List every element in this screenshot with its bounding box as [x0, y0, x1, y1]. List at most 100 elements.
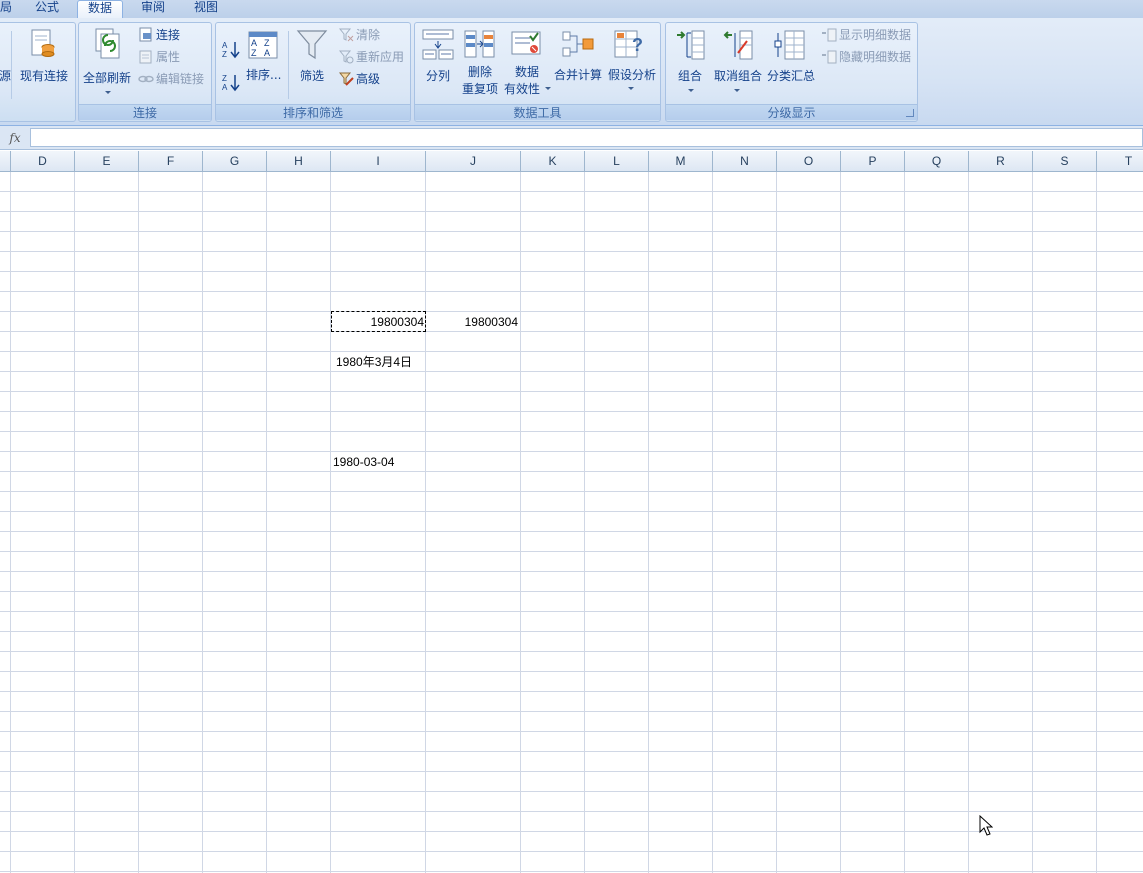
cell-I10[interactable]: 1980年3月4日: [336, 352, 412, 372]
data-validation-icon[interactable]: [510, 29, 542, 61]
gridline-vertical: [712, 172, 713, 873]
insert-function-icon[interactable]: fx: [0, 129, 30, 147]
data-validation-button[interactable]: 数据: [515, 65, 539, 79]
gridline-horizontal: [0, 611, 1143, 612]
text-to-columns-button[interactable]: 分列: [426, 69, 450, 83]
ungroup-button[interactable]: 取消组合: [714, 69, 762, 83]
connections-button[interactable]: 连接: [156, 28, 180, 42]
group-label-connections: 连接: [79, 104, 211, 120]
column-header-p[interactable]: P: [841, 151, 905, 172]
gridline-horizontal: [0, 691, 1143, 692]
gridline-horizontal: [0, 211, 1143, 212]
group-rows-icon[interactable]: [674, 29, 706, 61]
dialog-launcher-icon[interactable]: [906, 109, 914, 117]
advanced-filter-icon: [338, 72, 354, 86]
tab-layout-partial[interactable]: 局: [0, 0, 12, 18]
group-label-data-tools: 数据工具: [415, 104, 660, 120]
chevron-down-icon[interactable]: [105, 91, 111, 94]
what-if-analysis-button[interactable]: 假设分析: [608, 68, 656, 82]
cell-I15[interactable]: 1980-03-04: [333, 452, 394, 472]
data-validation-button-line2[interactable]: 有效性: [504, 82, 540, 96]
svg-text:Z: Z: [222, 50, 227, 59]
formula-input[interactable]: [30, 128, 1143, 147]
consolidate-icon[interactable]: [561, 29, 595, 61]
chevron-down-icon[interactable]: [628, 87, 634, 90]
gridline-horizontal: [0, 791, 1143, 792]
mouse-cursor-icon: [979, 815, 993, 836]
column-header-q[interactable]: Q: [905, 151, 969, 172]
column-header-j[interactable]: J: [426, 151, 521, 172]
column-header-d[interactable]: D: [11, 151, 75, 172]
column-header-f[interactable]: F: [139, 151, 203, 172]
from-source-button-label[interactable]: 源: [0, 69, 11, 83]
column-header-r[interactable]: R: [969, 151, 1033, 172]
remove-duplicates-button[interactable]: 删除: [468, 65, 492, 79]
tab-formulas[interactable]: 公式: [35, 0, 59, 18]
advanced-button[interactable]: 高级: [356, 72, 380, 86]
gridline-horizontal: [0, 571, 1143, 572]
column-header-i[interactable]: I: [331, 151, 426, 172]
svg-text:Z: Z: [222, 74, 227, 83]
gridline-horizontal: [0, 811, 1143, 812]
edit-links-button[interactable]: 编辑链接: [156, 72, 204, 86]
gridline-horizontal: [0, 351, 1143, 352]
properties-button[interactable]: 属性: [156, 50, 180, 64]
gridline-horizontal: [0, 591, 1143, 592]
what-if-analysis-icon[interactable]: ?: [613, 27, 647, 61]
separator: [11, 31, 12, 99]
separator: [288, 31, 289, 99]
column-header-o[interactable]: O: [777, 151, 841, 172]
group-button[interactable]: 组合: [678, 69, 702, 83]
filter-button[interactable]: 筛选: [300, 69, 324, 83]
remove-duplicates-icon[interactable]: [463, 29, 497, 61]
group-label-outline: 分级显示: [666, 104, 917, 120]
svg-text:?: ?: [632, 35, 643, 55]
column-header-e[interactable]: E: [75, 151, 139, 172]
gridline-horizontal: [0, 731, 1143, 732]
chevron-down-icon[interactable]: [545, 87, 551, 90]
gridline-horizontal: [0, 311, 1143, 312]
gridline-vertical: [776, 172, 777, 873]
reapply-button[interactable]: 重新应用: [356, 50, 404, 64]
show-detail-button[interactable]: 显示明细数据: [839, 28, 911, 42]
column-header-l[interactable]: L: [585, 151, 649, 172]
sort-descending-icon[interactable]: Z A: [221, 72, 241, 92]
consolidate-button[interactable]: 合并计算: [554, 68, 602, 82]
ungroup-icon[interactable]: [722, 29, 754, 61]
tab-data[interactable]: 数据: [77, 0, 123, 20]
existing-connections-icon[interactable]: [30, 27, 56, 59]
gridline-horizontal: [0, 231, 1143, 232]
hide-detail-button[interactable]: 隐藏明细数据: [839, 50, 911, 64]
refresh-all-button[interactable]: 全部刷新: [83, 71, 131, 85]
column-header-n[interactable]: N: [713, 151, 777, 172]
column-header-k[interactable]: K: [521, 151, 585, 172]
tab-view[interactable]: 视图: [194, 0, 218, 18]
chevron-down-icon[interactable]: [734, 89, 740, 92]
formula-bar: fx: [0, 126, 1143, 150]
text-to-columns-icon[interactable]: [422, 29, 454, 61]
column-header-m[interactable]: M: [649, 151, 713, 172]
gridline-horizontal: [0, 631, 1143, 632]
cell-J8[interactable]: 19800304: [426, 312, 518, 332]
sort-ascending-icon[interactable]: A Z: [221, 39, 241, 59]
gridline-horizontal: [0, 671, 1143, 672]
column-header-g[interactable]: G: [203, 151, 267, 172]
column-header-s[interactable]: S: [1033, 151, 1097, 172]
column-header-t[interactable]: T: [1097, 151, 1143, 172]
subtotal-button[interactable]: 分类汇总: [767, 69, 815, 83]
gridline-horizontal: [0, 511, 1143, 512]
subtotal-icon[interactable]: [774, 29, 806, 61]
remove-duplicates-button-line2[interactable]: 重复项: [462, 82, 498, 96]
clear-button[interactable]: 清除: [356, 28, 380, 42]
connections-icon: [139, 27, 152, 42]
filter-funnel-icon[interactable]: [296, 29, 328, 61]
tab-review[interactable]: 审阅: [141, 0, 165, 18]
column-header-h[interactable]: H: [267, 151, 331, 172]
gridline-horizontal: [0, 551, 1143, 552]
refresh-all-icon[interactable]: [93, 28, 123, 60]
chevron-down-icon[interactable]: [688, 89, 694, 92]
select-all-corner[interactable]: [0, 151, 11, 172]
sort-button[interactable]: 排序...: [246, 68, 281, 82]
existing-connections-button[interactable]: 现有连接: [20, 69, 68, 83]
sort-dialog-icon[interactable]: A Z Z A: [248, 31, 278, 59]
